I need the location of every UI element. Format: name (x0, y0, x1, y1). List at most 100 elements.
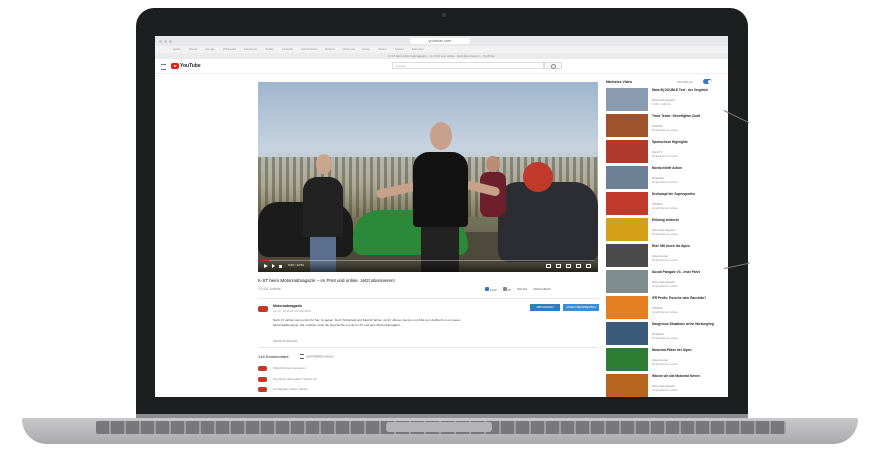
like-button[interactable]: 1400 (485, 286, 497, 292)
progress-fill (262, 260, 269, 261)
hamburger-menu-icon[interactable] (161, 64, 166, 70)
video-thumbnail[interactable] (606, 218, 648, 241)
recommended-video[interactable]: Warum wir alle Motorrad fahren Motorradma… (606, 374, 721, 397)
save-button[interactable]: SPEICHERN (533, 287, 551, 291)
theater-icon[interactable] (576, 264, 581, 268)
thumbs-down-icon (502, 286, 507, 291)
recommended-title[interactable]: Erlkönig entdeckt (652, 218, 720, 226)
bookmark-item[interactable]: Nachrichten (301, 47, 317, 51)
sort-icon (300, 354, 304, 359)
recommended-title[interactable]: Dreikampf der Supersportler (652, 192, 720, 200)
video-actions: 1400 26 TEILEN SPEICHERN (485, 286, 598, 292)
youtube-header: YouTube Suchen (155, 59, 728, 74)
recommended-video[interactable]: IFR Profis: Porsche oder Racebike? 1000PS… (606, 296, 721, 320)
channel-avatar[interactable] (258, 306, 268, 312)
recommended-title[interactable]: Ride 360 durch die Alpen (652, 244, 720, 252)
bookmark-item[interactable]: LinkedIn (282, 47, 293, 51)
recommended-video[interactable]: Nordschleife Action Ringkiller Empfohlenes… (606, 166, 721, 190)
youtube-play-icon (171, 63, 179, 69)
recommended-views: Empfohlenes Video (652, 310, 678, 314)
video-thumbnail[interactable] (606, 348, 648, 371)
recommended-title[interactable]: Track Tester: Streetfighter-Duell (652, 114, 720, 122)
recommended-video[interactable]: Ducati Panigale V4 - erste Fahrt Motorrad… (606, 270, 721, 294)
video-thumbnail[interactable] (606, 114, 648, 137)
video-thumbnail[interactable] (606, 374, 648, 397)
dislike-button[interactable]: 26 (502, 286, 511, 292)
edit-video-button[interactable]: VIDEO BEARBEITEN (563, 304, 599, 311)
recommended-video[interactable]: Track Tester: Streetfighter-Duell 1000PS E… (606, 114, 721, 138)
camera-icon (442, 13, 446, 17)
video-thumbnail[interactable] (606, 140, 648, 163)
recommended-video[interactable]: Sportscheck Highlights MotoTV Empfohlenes … (606, 140, 721, 164)
miniplayer-icon[interactable] (566, 264, 571, 268)
laptop-mockup: youtube.com Apple iCloud Google Wikipedia Fa… (0, 0, 877, 454)
channel-name[interactable]: Motorradmagazin (273, 304, 302, 308)
bookmark-item[interactable]: Karten (395, 47, 404, 51)
person-center-head (430, 122, 452, 150)
recommended-title[interactable]: Warum wir alle Motorrad fahren (652, 374, 720, 382)
settings-icon[interactable] (556, 264, 561, 268)
video-description: Nach 17 Jahren war es Zeit für Sie, zu g… (273, 318, 461, 327)
show-more-link[interactable]: MEHR ANSEHEN (273, 339, 297, 343)
youtube-logo[interactable]: YouTube (171, 63, 201, 69)
sort-button[interactable]: SORTIEREN NACH (300, 354, 333, 359)
recommended-video[interactable]: Dreikampf der Supersportler 1000PS Empfohl… (606, 192, 721, 216)
bookmark-item[interactable]: Apple (173, 47, 181, 51)
bookmark-item[interactable]: Google (205, 47, 215, 51)
bookmark-item[interactable]: Facebook (244, 47, 257, 51)
thumbs-up-icon (485, 286, 489, 291)
user-avatar (258, 366, 267, 371)
recommended-video[interactable]: Erlkönig entdeckt Motorradmagazin Empfohle… (606, 218, 721, 242)
video-thumbnail[interactable] (606, 322, 648, 345)
recommended-title[interactable]: Motorrad-Pässe der Alpen (652, 348, 720, 356)
trackpad (386, 422, 492, 432)
recommended-video[interactable]: Moto Bj DOUBLE Test - der Vergleich Motor… (606, 88, 721, 112)
video-time: 0:03 / 12:54 (288, 263, 304, 267)
publish-date: Am 27.10.2018 veröffentlicht (273, 309, 312, 313)
recommended-title[interactable]: Sportscheck Highlights (652, 140, 720, 148)
recommended-title[interactable]: Moto Bj DOUBLE Test - der Vergleich (652, 88, 720, 96)
recommended-views: Empfohlenes Video (652, 206, 678, 210)
volume-icon[interactable] (279, 265, 282, 268)
autoplay-toggle[interactable] (703, 79, 712, 84)
bookmark-item[interactable]: Reise (363, 47, 371, 51)
video-thumbnail[interactable] (606, 270, 648, 293)
share-button[interactable]: TEILEN (517, 287, 528, 291)
comment-input[interactable]: Öffentlich kommentieren... (273, 366, 308, 370)
subtitles-icon[interactable] (546, 264, 551, 268)
bookmark-item[interactable]: Wetter (378, 47, 387, 51)
bookmark-item[interactable]: Twitter (265, 47, 274, 51)
video-thumbnail[interactable] (606, 192, 648, 215)
search-button[interactable] (544, 62, 562, 69)
person-left-head (316, 154, 332, 174)
search-input[interactable]: Suchen (392, 62, 544, 69)
fullscreen-icon[interactable] (586, 264, 591, 268)
view-count: 79.431 Aufrufe (258, 287, 281, 291)
video-thumbnail[interactable] (606, 166, 648, 189)
play-icon[interactable] (264, 264, 268, 268)
recommended-title[interactable]: Nordschleife Action (652, 166, 720, 174)
recommended-title[interactable]: IFR Profis: Porsche oder Racebike? (652, 296, 720, 304)
recommended-views: Empfohlenes Video (652, 362, 678, 366)
comment-count: 134 Kommentare (258, 354, 289, 359)
window-controls[interactable] (159, 39, 174, 44)
bookmark-item[interactable]: iCloud (189, 47, 198, 51)
video-thumbnail[interactable] (606, 88, 648, 111)
next-icon[interactable] (272, 264, 275, 268)
video-thumbnail[interactable] (606, 296, 648, 319)
recommended-video[interactable]: Dangerous Situations at the Nürburgring R… (606, 322, 721, 346)
progress-track[interactable] (262, 260, 594, 261)
bookmark-item[interactable]: Beliebt (325, 47, 334, 51)
bookmark-item[interactable]: Kalender (412, 47, 424, 51)
video-title: K-ST beim Motorradmagazin – im Print und… (258, 278, 395, 283)
video-player[interactable]: 0:03 / 12:54 (258, 82, 598, 272)
subscribe-button[interactable]: ABOLIEREN (530, 304, 560, 311)
recommended-title[interactable]: Ducati Panigale V4 - erste Fahrt (652, 270, 720, 278)
bookmark-item[interactable]: Motorrad (342, 47, 354, 51)
video-thumbnail[interactable] (606, 244, 648, 267)
url-bar[interactable]: youtube.com (410, 38, 470, 44)
recommended-title[interactable]: Dangerous Situations at the Nürburgring (652, 322, 720, 330)
bookmark-item[interactable]: Wikipedia (223, 47, 236, 51)
recommended-video[interactable]: Ride 360 durch die Alpen Alpentouren Empfo… (606, 244, 721, 268)
recommended-video[interactable]: Motorrad-Pässe der Alpen Alpentouren Empfo… (606, 348, 721, 372)
